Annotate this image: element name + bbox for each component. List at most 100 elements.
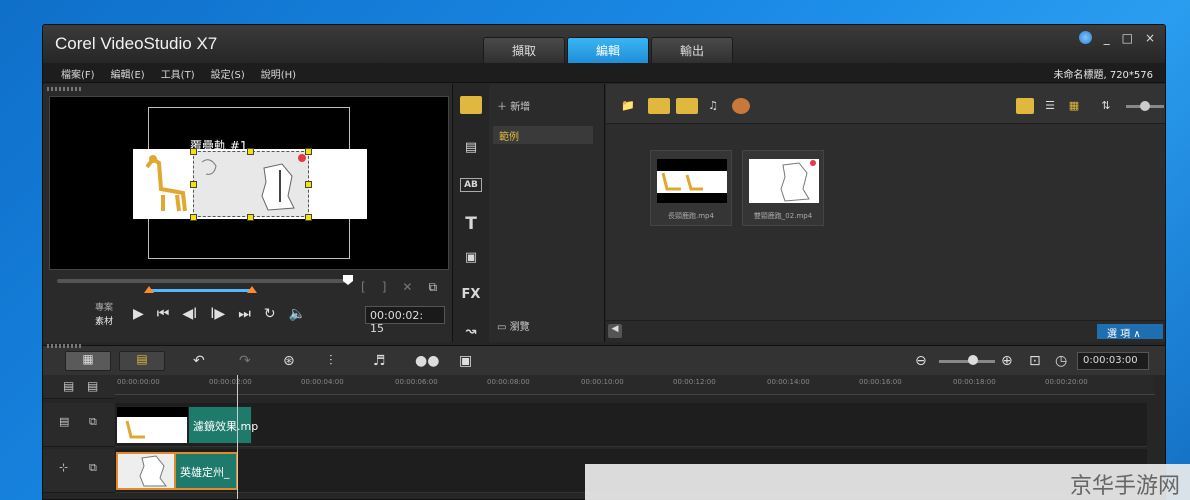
collapse-arrow-icon[interactable]: ◀ [608,324,622,338]
show-audio-icon[interactable]: ♫ [704,98,722,114]
resize-handle-bl[interactable] [190,214,197,221]
track-visibility-icon[interactable]: ⧉ [89,415,97,429]
add-remove-chapter-icon[interactable]: ▤ [87,379,98,393]
trim-marker-end[interactable] [247,286,257,293]
show-video-icon[interactable] [648,98,670,114]
timeline-playhead[interactable] [237,375,238,499]
sort-order-icon[interactable]: ⇅ [1098,98,1114,114]
list-view-icon[interactable]: ☰ [1042,98,1058,114]
prev-frame-icon[interactable]: ◀I [182,306,197,322]
maximize-button[interactable]: □ [1122,31,1133,45]
preview-timecode[interactable]: 00:00:02: 15 [365,306,445,335]
library-thumbnail-2[interactable]: 雙頸鹿跑_02.mp4 [742,150,824,226]
browse-button[interactable]: ▭ 瀏覽 [497,318,530,333]
zoom-slider[interactable] [939,360,995,363]
preview-screen[interactable]: 覆疊軌 #1 [49,96,449,270]
track-header-controls: ▤ ▤ [43,375,115,399]
timeline-grip[interactable] [47,344,81,348]
menu-edit[interactable]: 編輯(E) [111,66,145,81]
giraffe-graphic [145,155,187,212]
overlay-visibility-icon[interactable]: ⧉ [89,461,97,475]
zoom-slider-knob[interactable] [968,355,978,365]
end-icon[interactable]: ⏭ [238,306,251,322]
folder-icon[interactable]: 📁 [620,98,636,114]
text-T-icon[interactable]: T [460,214,482,234]
tab-edit[interactable]: 編輯 [567,37,649,63]
video-track-icon[interactable]: ▤ [59,415,69,428]
menu-file[interactable]: 檔案(F) [61,66,95,81]
path-icon[interactable]: ↝ [460,324,482,340]
resize-handle-mr[interactable] [305,181,312,188]
video-track-header: ▤ ⧉ [43,403,115,447]
resize-handle-tm[interactable] [247,148,254,155]
repeat-icon[interactable]: ↻ [264,306,276,322]
graphic-icon[interactable]: ▣ [460,250,482,266]
grid-view-icon[interactable]: ▦ [1066,98,1082,114]
add-label: 新增 [510,102,531,113]
sort-icon[interactable] [732,98,750,114]
close-button[interactable]: × [1145,31,1155,45]
split-icon[interactable]: ✕ [402,280,412,295]
project-duration[interactable]: 0:00:03:00 [1077,352,1149,370]
fx-icon[interactable]: FX [460,287,482,303]
resize-handle-br[interactable] [305,214,312,221]
overlay-clip-selection[interactable] [193,151,309,217]
scrubber-bar[interactable] [57,279,349,283]
sound-mixer-icon[interactable]: ⫶ [329,353,333,369]
home-icon[interactable]: ⏮ [157,306,170,322]
tab-share[interactable]: 輸出 [651,37,733,63]
category-item-sample[interactable]: 範例 [493,126,593,144]
zoom-in-icon[interactable]: ⊕ [1001,353,1013,369]
redo-icon[interactable]: ↷ [239,353,251,369]
menu-help[interactable]: 說明(H) [261,66,296,81]
overlay-clip[interactable]: 英雄定州_ [176,452,238,490]
subtitle-editor-icon[interactable]: ▣ [459,353,472,369]
mark-out-button[interactable]: ] [382,280,387,295]
resize-handle-tl[interactable] [190,148,197,155]
thumbnail-view-icon[interactable] [1016,98,1034,114]
show-photo-icon[interactable] [676,98,698,114]
fit-project-icon[interactable]: ⊡ [1029,353,1041,369]
title-bar: Corel VideoStudio X7 擷取 編輯 輸出 _ □ × [43,25,1165,63]
panel-grip[interactable] [47,87,81,91]
menu-settings[interactable]: 設定(S) [211,66,245,81]
timeline-ruler[interactable]: 00:00:00:00 00:00:02:00 00:00:04:00 00:0… [115,375,1155,395]
auto-music-icon[interactable]: ♬ [373,353,386,369]
undo-icon[interactable]: ↶ [193,353,205,369]
timeline-view-button[interactable]: ▤ [119,351,165,371]
motion-tracking-icon[interactable]: ●● [415,353,439,369]
enlarge-icon[interactable]: ⧉ [428,280,437,295]
tab-capture[interactable]: 擷取 [483,37,565,63]
zoom-out-icon[interactable]: ⊖ [915,353,927,369]
options-button[interactable]: 選 項 ∧ [1097,324,1163,340]
scrubber-knob[interactable] [343,275,353,285]
add-folder-button[interactable]: ＋ 新增 [497,98,530,113]
mark-in-button[interactable]: [ [361,280,366,295]
record-capture-icon[interactable]: ⊛ [283,353,295,369]
overlay-track-icon[interactable]: ⊹ [59,461,68,474]
volume-icon[interactable]: 🔈 [289,306,306,322]
trim-marker-start[interactable] [144,286,154,293]
overlay-clip-thumbnail[interactable] [116,452,176,490]
track-manager-icon[interactable]: ▤ [63,379,74,393]
globe-icon[interactable] [1078,31,1092,44]
video-clip[interactable]: 濾鏡效果.mp [188,406,258,444]
storyboard-view-button[interactable]: ▦ [65,351,111,371]
minimize-button[interactable]: _ [1104,31,1110,45]
media-icon[interactable] [460,96,482,114]
video-clip-thumbnail[interactable] [116,406,189,444]
library-content: 📁 ♫ ☰ ▦ ⇅ 長頸鹿跑.mp4 雙頸鹿跑_02.mp4 ◀ 選 項 ∧ [606,84,1165,342]
library-thumbnail-1[interactable]: 長頸鹿跑.mp4 [650,150,732,226]
resize-handle-bm[interactable] [247,214,254,221]
transition-icon[interactable]: ▤ [460,140,482,156]
play-icon[interactable]: ▶ [133,306,144,322]
video-track[interactable]: 濾鏡效果.mp [115,403,1147,447]
resize-handle-tr[interactable] [305,148,312,155]
trim-range[interactable] [149,289,253,292]
resize-handle-ml[interactable] [190,181,197,188]
next-frame-icon[interactable]: I▶ [210,306,225,322]
overlay-clip-label: 英雄定州_ [180,466,230,479]
title-ab-icon[interactable]: AB [460,178,482,192]
thumbnail-size-knob[interactable] [1140,101,1150,111]
menu-tools[interactable]: 工具(T) [161,66,195,81]
